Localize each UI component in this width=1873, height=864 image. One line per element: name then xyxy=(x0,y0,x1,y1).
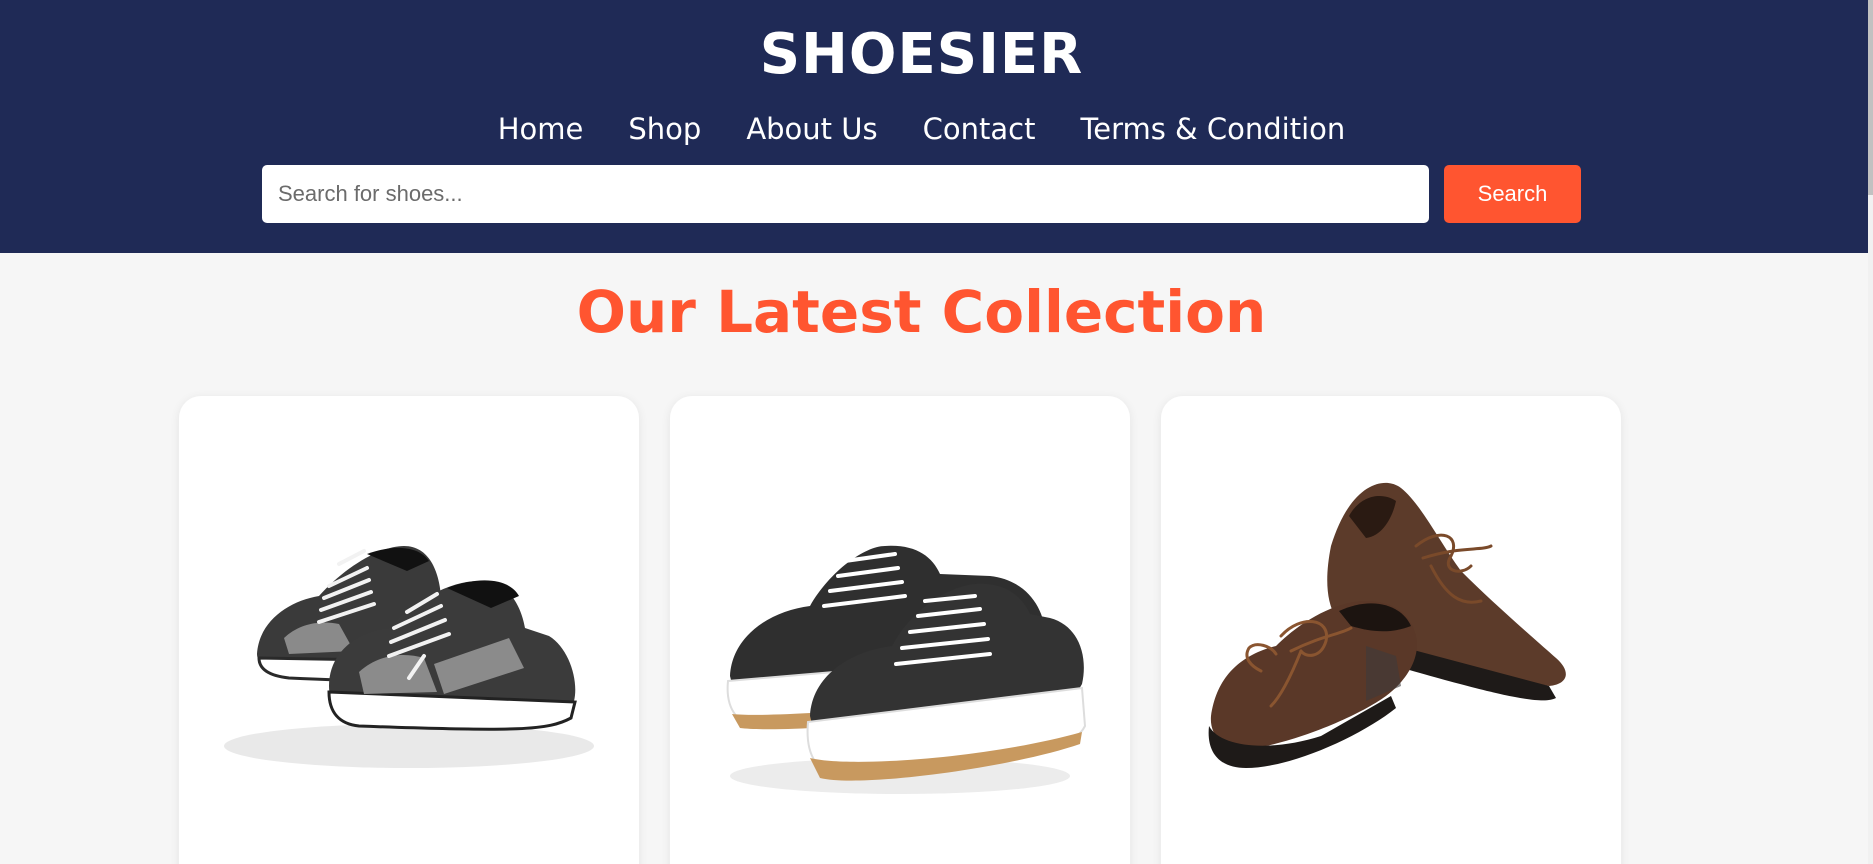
product-image-sneakers xyxy=(224,546,594,768)
nav-link-home[interactable]: Home xyxy=(498,112,584,146)
brand-logo[interactable]: SHOESIER xyxy=(0,22,1843,87)
nav-link-shop[interactable]: Shop xyxy=(628,112,701,146)
product-image-platform-sneakers xyxy=(726,545,1087,794)
nav-link-terms[interactable]: Terms & Condition xyxy=(1080,112,1345,146)
scrollbar-track[interactable] xyxy=(1868,0,1873,864)
section-title: Our Latest Collection xyxy=(576,278,1267,346)
nav-link-about-us[interactable]: About Us xyxy=(746,112,877,146)
site-header: SHOESIER Home Shop About Us Contact Term… xyxy=(0,0,1868,253)
nav-link-contact[interactable]: Contact xyxy=(923,112,1036,146)
search-input[interactable] xyxy=(262,165,1429,223)
product-image-derby-shoes xyxy=(1208,482,1566,768)
scrollbar-thumb[interactable] xyxy=(1868,0,1873,195)
search-button[interactable]: Search xyxy=(1444,165,1581,223)
main-nav: Home Shop About Us Contact Terms & Condi… xyxy=(0,112,1843,146)
product-card[interactable] xyxy=(1161,396,1621,864)
product-card[interactable] xyxy=(179,396,639,864)
product-card[interactable] xyxy=(670,396,1130,864)
